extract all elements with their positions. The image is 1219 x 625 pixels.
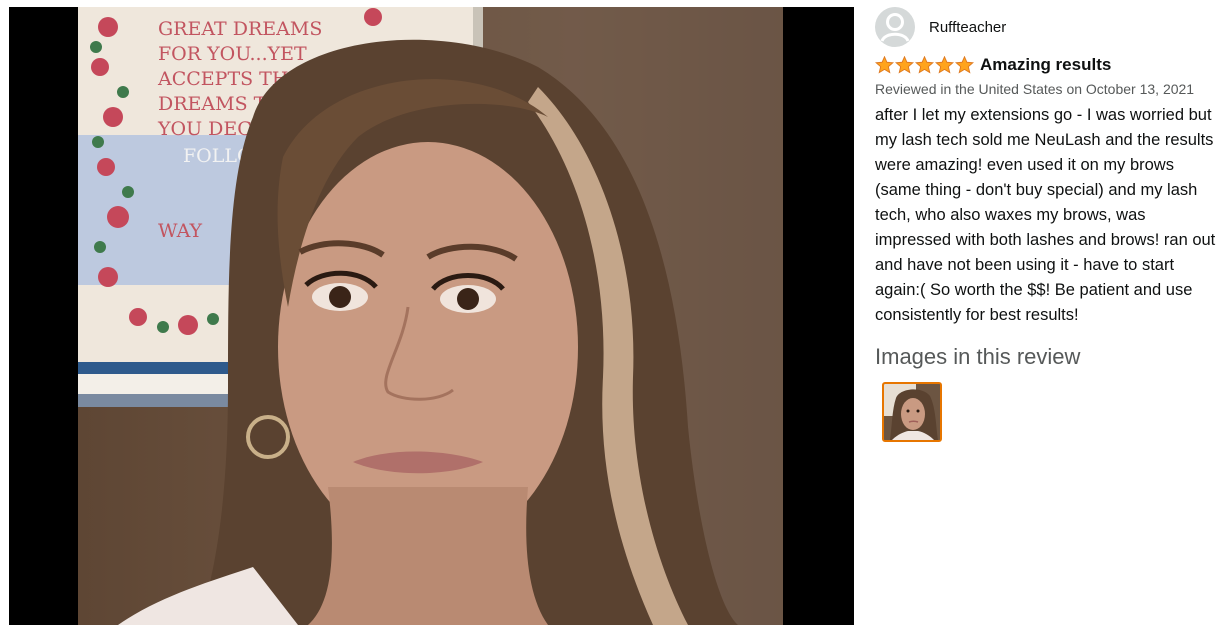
star-icon	[875, 56, 894, 74]
star-icon	[955, 56, 974, 74]
sign-line: GREAT DREAMS	[158, 18, 322, 40]
review-title: Amazing results	[980, 55, 1112, 74]
review-photo: GREAT DREAMS FOR YOU...YET ACCEPTS THE D…	[78, 7, 783, 625]
star-icon	[895, 56, 914, 74]
star-icon	[915, 56, 934, 74]
sign-line: FOR YOU...YET	[158, 43, 307, 65]
review-date: Reviewed in the United States on October…	[875, 81, 1195, 97]
star-icon	[935, 56, 954, 74]
user-avatar-icon	[875, 7, 915, 47]
review-image-thumbnail[interactable]	[882, 382, 942, 442]
review-rating-row: Amazing results	[875, 54, 1219, 76]
star-rating[interactable]	[875, 56, 975, 74]
review-panel: Ruffteacher Amazing results Reviewed in …	[875, 7, 1219, 442]
review-text: after I let my extensions go - I was wor…	[875, 106, 1216, 324]
image-viewer: GREAT DREAMS FOR YOU...YET ACCEPTS THE D…	[9, 7, 854, 625]
sign-line: WAY	[158, 220, 203, 242]
images-heading: Images in this review	[875, 344, 1081, 369]
review-author-row: Ruffteacher	[875, 7, 1219, 47]
review-author-name[interactable]: Ruffteacher	[929, 19, 1006, 36]
thumbnail-photo	[884, 384, 940, 440]
review-photo-illustration: GREAT DREAMS FOR YOU...YET ACCEPTS THE D…	[78, 7, 783, 625]
review-image-popover: GREAT DREAMS FOR YOU...YET ACCEPTS THE D…	[0, 0, 1219, 625]
